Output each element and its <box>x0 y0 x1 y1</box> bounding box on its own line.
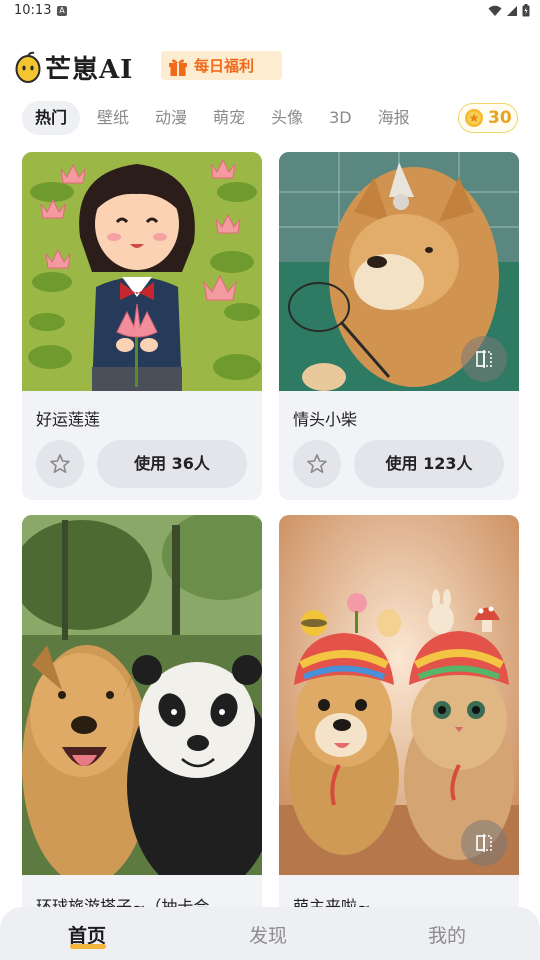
tab-avatar[interactable]: 头像 <box>258 101 316 135</box>
template-card[interactable]: 萌主来啦~ <box>279 515 519 955</box>
use-template-button[interactable]: 使用 36人 <box>97 440 247 488</box>
tab-anime[interactable]: 动漫 <box>142 101 200 135</box>
tab-pets[interactable]: 萌宠 <box>200 101 258 135</box>
tab-poster[interactable]: 海报 <box>365 101 423 135</box>
dog-panda-selfie-image <box>22 515 262 875</box>
coin-icon <box>465 109 483 127</box>
daily-bonus-button[interactable]: 每日福利 <box>161 51 282 80</box>
daily-bonus-label: 每日福利 <box>194 57 255 75</box>
template-card[interactable]: 好运莲莲 使用 36人 <box>22 152 262 500</box>
template-card[interactable]: 情头小柴 使用 123人 <box>279 152 519 500</box>
wifi-icon <box>488 5 502 16</box>
status-icons <box>488 4 530 17</box>
star-icon <box>50 454 70 473</box>
home-screen: 10:13 A 芒崽AI 每日福利 热门 壁纸 动漫 萌宠 头像 3D 海报 3… <box>0 0 540 960</box>
category-tabs: 热门 壁纸 动漫 萌宠 头像 3D 海报 <box>22 101 423 135</box>
app-name: 芒崽AI <box>45 54 134 85</box>
compare-button[interactable] <box>461 820 507 866</box>
cartoon-girl-lotus-image <box>22 152 262 391</box>
star-icon <box>307 454 327 473</box>
tab-3d[interactable]: 3D <box>316 101 365 135</box>
favorite-button[interactable] <box>293 440 341 488</box>
compare-icon <box>476 834 492 852</box>
status-time: 10:13 <box>14 3 52 18</box>
nav-active-indicator <box>70 944 106 949</box>
tab-hot[interactable]: 热门 <box>22 101 81 135</box>
coin-count: 30 <box>488 108 512 128</box>
gift-icon <box>169 58 187 76</box>
bottom-nav: 首页 发现 我的 <box>0 907 540 960</box>
status-bar: 10:13 A <box>0 0 540 24</box>
favorite-button[interactable] <box>36 440 84 488</box>
nav-mine[interactable]: 我的 <box>428 921 466 948</box>
template-card[interactable]: 环球旅游搭子~（抽卡合… <box>22 515 262 955</box>
nav-discover[interactable]: 发现 <box>249 921 287 948</box>
template-image[interactable] <box>22 515 262 875</box>
app-logo: 芒崽AI <box>15 48 145 86</box>
use-template-button[interactable]: 使用 123人 <box>354 440 504 488</box>
tab-wallpaper[interactable]: 壁纸 <box>84 101 142 135</box>
coin-balance-button[interactable]: 30 <box>458 103 518 133</box>
mango-logo-icon <box>15 51 41 83</box>
compare-icon <box>476 350 492 368</box>
battery-icon <box>522 4 530 17</box>
notification-icon: A <box>57 6 67 16</box>
template-title: 情头小柴 <box>293 410 358 429</box>
template-title: 好运莲莲 <box>36 410 101 429</box>
template-image[interactable] <box>22 152 262 391</box>
compare-button[interactable] <box>461 336 507 382</box>
signal-icon <box>507 5 517 16</box>
